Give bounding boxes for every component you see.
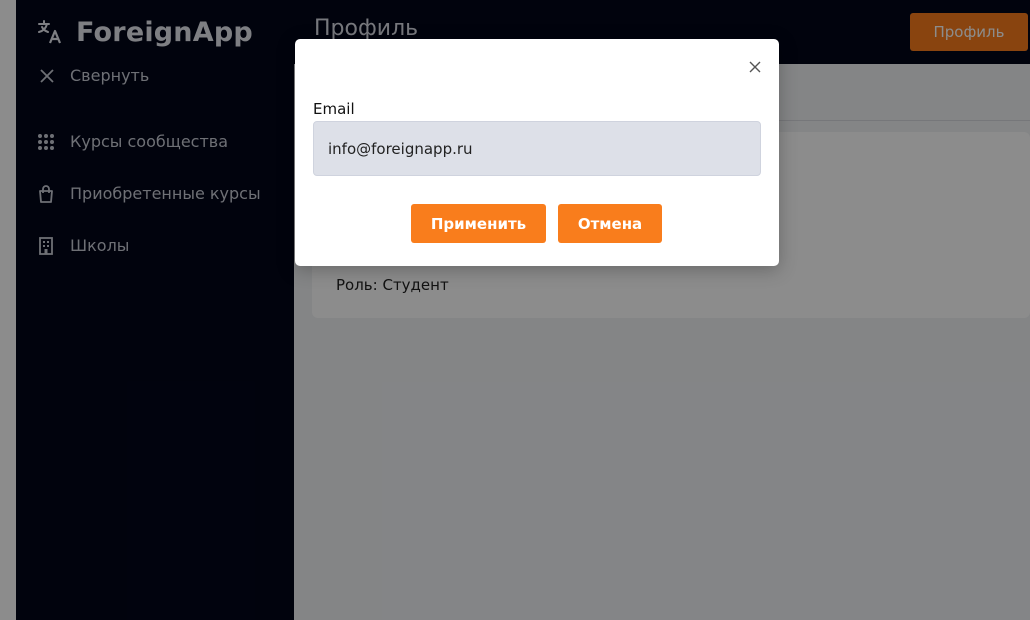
apply-button[interactable]: Применить bbox=[411, 204, 546, 243]
email-label: Email bbox=[313, 100, 355, 118]
cancel-button[interactable]: Отмена bbox=[558, 204, 662, 243]
close-icon[interactable] bbox=[749, 61, 761, 73]
edit-email-modal: Email Применить Отмена bbox=[295, 39, 779, 266]
email-input[interactable] bbox=[313, 121, 761, 176]
